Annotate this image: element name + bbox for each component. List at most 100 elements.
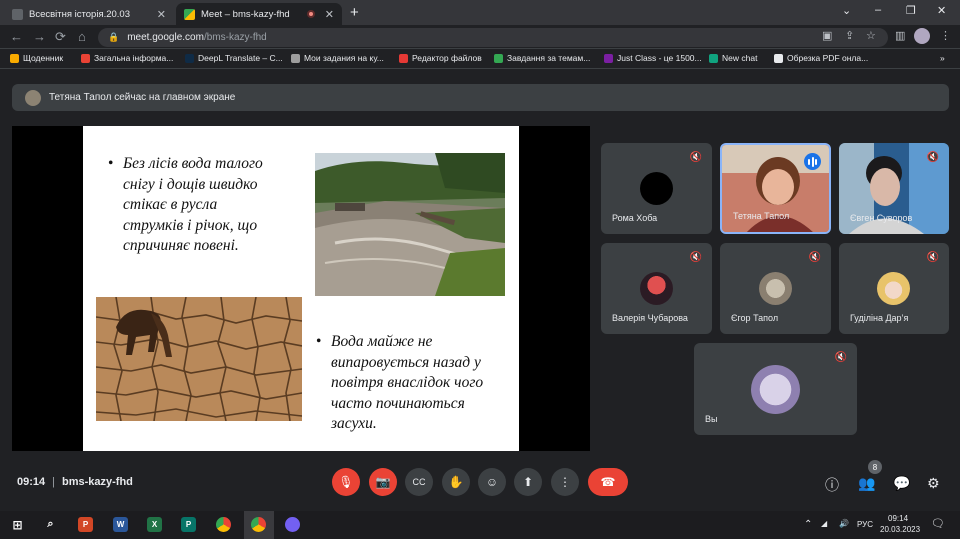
bookmark-item[interactable]: Just Class - це 1500... — [604, 53, 702, 63]
bookmark-item[interactable]: Загальна інформа... — [81, 53, 173, 63]
bookmarks-more-button[interactable]: » — [940, 53, 945, 63]
clock-time[interactable]: 09:14 — [888, 514, 908, 523]
maximize-button[interactable]: ❐ — [906, 4, 916, 17]
tab-search-icon[interactable]: ⌄ — [842, 4, 851, 17]
bookmark-icon — [10, 53, 19, 63]
participant-name: Вы — [705, 414, 718, 424]
address-bar[interactable]: 🔒 meet.google.com/bms-kazy-fhd — [98, 28, 888, 47]
chrome-menu-icon[interactable]: ⋮ — [940, 29, 951, 42]
meeting-info-button[interactable]: ⓘ — [825, 475, 839, 495]
presenter-banner-text: Тетяна Тапол сейчас на главном экране — [49, 92, 236, 103]
forward-arrow-icon[interactable]: → — [33, 29, 46, 44]
participant-avatar — [877, 272, 910, 305]
bookmark-icon — [291, 53, 300, 63]
search-icon[interactable]: ⌕ — [43, 517, 58, 532]
publisher-app-icon[interactable]: P — [181, 517, 196, 532]
tray-chevron-icon[interactable]: ⌃ — [804, 519, 812, 530]
word-app-icon[interactable]: W — [113, 517, 128, 532]
reload-icon[interactable]: ⟳ — [55, 29, 66, 45]
people-button[interactable]: 👥 — [858, 475, 875, 492]
chrome-active-app-icon[interactable]: ⬤ — [251, 517, 266, 532]
leave-call-button[interactable]: ☎ — [588, 468, 628, 496]
tab-meet[interactable]: Meet – bms-kazy-fhd ✕ — [176, 3, 342, 25]
back-arrow-icon[interactable]: ← — [10, 29, 23, 44]
captions-button[interactable]: CC — [405, 468, 433, 496]
powerpoint-app-icon[interactable]: P — [78, 517, 93, 532]
minimize-button[interactable]: – — [875, 4, 881, 16]
meeting-time: 09:14 — [17, 476, 46, 488]
bookmark-item[interactable]: Мои задания на ку... — [291, 53, 384, 63]
slide-text-line: спричиняє повені. — [123, 237, 239, 254]
slide-bullet-2: • Вода майже не випаровується назад у по… — [316, 332, 483, 435]
tab-title: Всесвітня історія.20.03 — [29, 8, 130, 20]
tab-world-history[interactable]: Всесвітня історія.20.03 ✕ — [4, 3, 174, 25]
volume-icon[interactable]: 🔊 — [839, 519, 849, 528]
drought-cracked-earth-photo — [96, 297, 302, 421]
slide-text-line: часто починаються — [331, 394, 465, 412]
meeting-code: bms-kazy-fhd — [62, 476, 133, 488]
participant-tile[interactable]: 🔇 Валерія Чубарова — [601, 243, 712, 334]
side-panel-icon[interactable]: ▥ — [895, 29, 905, 42]
tab-close-icon[interactable]: ✕ — [325, 8, 334, 21]
tab-close-icon[interactable]: ✕ — [157, 8, 166, 21]
participant-tile[interactable]: 🔇 Гуділіна Дар’я — [839, 243, 949, 334]
bookmark-icon — [399, 53, 408, 63]
bookmark-icon — [604, 53, 613, 63]
bookmark-item[interactable]: DeepL Translate – С... — [185, 53, 283, 63]
language-indicator[interactable]: РУС — [857, 520, 873, 529]
present-screen-button[interactable]: ⬆ — [514, 468, 542, 496]
slide-text-line: випаровується назад у — [331, 353, 481, 371]
slide-text-line: снігу і дощів швидко — [123, 175, 258, 193]
bookmark-item[interactable]: Обрезка PDF онла... — [774, 53, 868, 63]
home-icon[interactable]: ⌂ — [78, 29, 86, 44]
excel-app-icon[interactable]: X — [147, 517, 162, 532]
network-icon[interactable]: ◢ — [821, 519, 827, 528]
viber-app-icon[interactable]: ⬤ — [285, 517, 300, 532]
bookmark-item[interactable]: New chat — [709, 53, 757, 63]
new-tab-button[interactable]: + — [350, 4, 359, 21]
participant-name: Рома Хоба — [612, 213, 658, 223]
bookmark-star-icon[interactable]: ☆ — [866, 29, 876, 42]
chat-button[interactable]: 💬 — [893, 475, 910, 492]
camera-toggle-button[interactable]: 📷 — [369, 468, 397, 496]
raise-hand-button[interactable]: ✋ — [442, 468, 470, 496]
bookmark-item[interactable]: Щоденник — [10, 53, 63, 63]
reactions-button[interactable]: ☺ — [478, 468, 506, 496]
mic-off-icon: 🔇 — [926, 152, 939, 163]
notifications-icon[interactable]: 🗨 — [931, 517, 945, 530]
clock-date[interactable]: 20.03.2023 — [880, 525, 920, 534]
browser-tab-strip: Всесвітня історія.20.03 ✕ Meet – bms-kaz… — [0, 0, 960, 25]
slide-text-line: стікає в русла — [123, 196, 218, 213]
activities-button[interactable]: ⚙ — [927, 475, 940, 492]
windows-start-icon[interactable]: ⊞ — [10, 517, 25, 532]
presenter-banner: Тетяна Тапол сейчас на главном экране — [12, 84, 949, 111]
close-window-button[interactable]: ✕ — [937, 4, 946, 17]
slide-text-line: Вода майже не — [331, 333, 433, 350]
chrome-app-icon[interactable]: ⬤ — [216, 517, 231, 532]
browser-toolbar: ← → ⟳ ⌂ 🔒 meet.google.com/bms-kazy-fhd — [0, 25, 960, 49]
participant-tile-active-speaker[interactable]: Тетяна Тапол — [720, 143, 831, 234]
participant-tile[interactable]: 🔇 Євген Суворов — [839, 143, 949, 234]
mic-off-icon: 🔇 — [689, 252, 702, 263]
participant-tile[interactable]: 🔇 Рома Хоба — [601, 143, 712, 234]
microphone-toggle-button[interactable]: 🎙 — [332, 468, 360, 496]
bookmark-item[interactable]: Редактор файлов — [399, 53, 482, 63]
more-options-button[interactable]: ⋮ — [551, 468, 579, 496]
mic-off-icon: 🔇 — [689, 152, 702, 163]
camera-in-use-icon[interactable]: ▣ — [822, 29, 832, 42]
bookmark-icon — [185, 53, 194, 63]
self-tile[interactable]: 🔇 Вы — [694, 343, 857, 435]
participant-avatar — [640, 272, 673, 305]
slide-text-line: засухи. — [331, 415, 377, 432]
lock-icon: 🔒 — [108, 32, 120, 42]
participant-tile[interactable]: 🔇 Єгор Тапол — [720, 243, 831, 334]
meet-favicon-icon — [184, 8, 195, 20]
share-icon[interactable]: ⇪ — [845, 29, 854, 42]
profile-avatar[interactable] — [914, 28, 930, 44]
url-path: /bms-kazy-fhd — [203, 32, 267, 43]
mic-off-icon: 🔇 — [926, 252, 939, 263]
recording-indicator-icon — [306, 10, 315, 18]
flood-river-photo — [315, 153, 505, 296]
bookmark-item[interactable]: Завдання за темам... — [494, 53, 590, 63]
participant-name: Тетяна Тапол — [733, 211, 790, 221]
